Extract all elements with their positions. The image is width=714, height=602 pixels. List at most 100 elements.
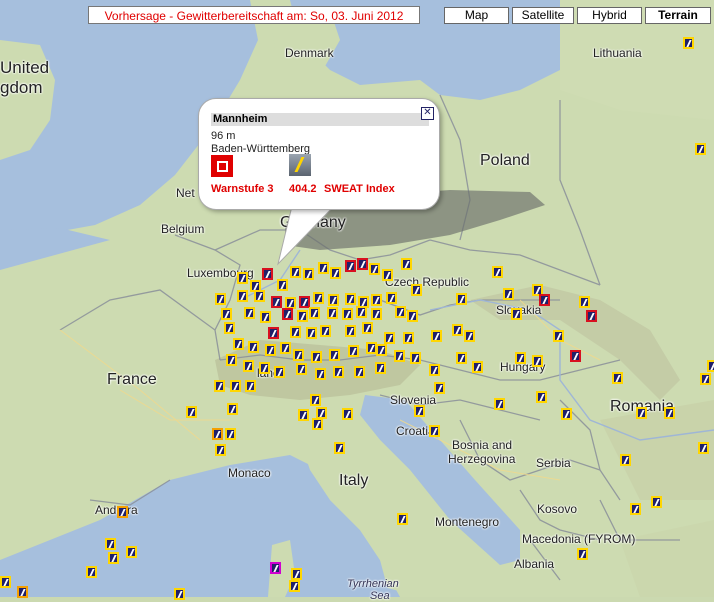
storm-marker-icon[interactable] bbox=[429, 364, 440, 376]
storm-marker-icon[interactable] bbox=[515, 352, 526, 364]
storm-marker-icon[interactable] bbox=[376, 344, 387, 356]
storm-marker-icon[interactable] bbox=[282, 308, 293, 320]
storm-marker-icon[interactable] bbox=[280, 342, 291, 354]
storm-marker-icon[interactable] bbox=[289, 580, 300, 592]
storm-marker-icon[interactable] bbox=[126, 546, 137, 558]
storm-marker-icon[interactable] bbox=[237, 272, 248, 284]
storm-marker-icon[interactable] bbox=[348, 345, 359, 357]
storm-marker-icon[interactable] bbox=[320, 325, 331, 337]
storm-marker-icon[interactable] bbox=[636, 407, 647, 419]
storm-marker-icon[interactable] bbox=[215, 293, 226, 305]
storm-marker-icon[interactable] bbox=[371, 308, 382, 320]
storm-marker-icon[interactable] bbox=[298, 409, 309, 421]
storm-marker-icon[interactable] bbox=[570, 350, 581, 362]
storm-marker-icon[interactable] bbox=[620, 454, 631, 466]
storm-marker-icon[interactable] bbox=[310, 394, 321, 406]
storm-marker-icon[interactable] bbox=[311, 351, 322, 363]
storm-marker-icon[interactable] bbox=[277, 279, 288, 291]
storm-marker-icon[interactable] bbox=[315, 368, 326, 380]
map-type-hybrid-button[interactable]: Hybrid bbox=[577, 7, 642, 24]
storm-marker-icon[interactable] bbox=[328, 294, 339, 306]
storm-marker-icon[interactable] bbox=[105, 538, 116, 550]
storm-marker-icon[interactable] bbox=[174, 588, 185, 600]
storm-marker-icon[interactable] bbox=[511, 308, 522, 320]
storm-marker-icon[interactable] bbox=[243, 360, 254, 372]
storm-marker-icon[interactable] bbox=[260, 311, 271, 323]
storm-marker-icon[interactable] bbox=[345, 293, 356, 305]
storm-marker-icon[interactable] bbox=[357, 258, 368, 270]
storm-marker-icon[interactable] bbox=[248, 341, 259, 353]
storm-marker-icon[interactable] bbox=[362, 322, 373, 334]
storm-marker-icon[interactable] bbox=[503, 288, 514, 300]
storm-marker-icon[interactable] bbox=[334, 442, 345, 454]
storm-marker-icon[interactable] bbox=[401, 258, 412, 270]
storm-marker-icon[interactable] bbox=[259, 362, 270, 374]
storm-marker-icon[interactable] bbox=[312, 418, 323, 430]
storm-marker-icon[interactable] bbox=[403, 332, 414, 344]
storm-marker-icon[interactable] bbox=[382, 269, 393, 281]
storm-marker-icon[interactable] bbox=[296, 363, 307, 375]
storm-marker-icon[interactable] bbox=[532, 355, 543, 367]
storm-marker-icon[interactable] bbox=[651, 496, 662, 508]
storm-marker-icon[interactable] bbox=[536, 391, 547, 403]
storm-marker-icon[interactable] bbox=[293, 349, 304, 361]
storm-marker-icon[interactable] bbox=[306, 327, 317, 339]
storm-marker-icon[interactable] bbox=[327, 307, 338, 319]
storm-marker-icon[interactable] bbox=[333, 366, 344, 378]
storm-marker-icon[interactable] bbox=[464, 330, 475, 342]
storm-marker-icon[interactable] bbox=[431, 330, 442, 342]
storm-marker-icon[interactable] bbox=[456, 352, 467, 364]
storm-marker-icon[interactable] bbox=[612, 372, 623, 384]
storm-marker-icon[interactable] bbox=[700, 373, 711, 385]
map-type-terrain-button[interactable]: Terrain bbox=[645, 7, 711, 24]
storm-marker-icon[interactable] bbox=[429, 425, 440, 437]
storm-marker-icon[interactable] bbox=[237, 290, 248, 302]
storm-marker-icon[interactable] bbox=[268, 327, 279, 339]
storm-marker-icon[interactable] bbox=[342, 408, 353, 420]
storm-marker-icon[interactable] bbox=[683, 37, 694, 49]
storm-marker-icon[interactable] bbox=[330, 267, 341, 279]
storm-marker-icon[interactable] bbox=[245, 380, 256, 392]
storm-marker-icon[interactable] bbox=[265, 344, 276, 356]
storm-marker-icon[interactable] bbox=[577, 548, 588, 560]
storm-marker-icon[interactable] bbox=[561, 408, 572, 420]
storm-marker-icon[interactable] bbox=[411, 284, 422, 296]
storm-marker-icon[interactable] bbox=[630, 503, 641, 515]
storm-marker-icon[interactable] bbox=[356, 306, 367, 318]
storm-marker-icon[interactable] bbox=[369, 263, 380, 275]
storm-marker-icon[interactable] bbox=[212, 428, 223, 440]
storm-marker-icon[interactable] bbox=[456, 293, 467, 305]
storm-marker-icon[interactable] bbox=[0, 576, 11, 588]
storm-marker-icon[interactable] bbox=[386, 292, 397, 304]
storm-marker-icon[interactable] bbox=[414, 405, 425, 417]
storm-marker-icon[interactable] bbox=[472, 361, 483, 373]
storm-marker-icon[interactable] bbox=[225, 428, 236, 440]
storm-marker-icon[interactable] bbox=[108, 552, 119, 564]
storm-marker-icon[interactable] bbox=[117, 506, 128, 518]
storm-marker-icon[interactable] bbox=[579, 296, 590, 308]
storm-marker-icon[interactable] bbox=[313, 292, 324, 304]
storm-marker-icon[interactable] bbox=[407, 310, 418, 322]
storm-marker-icon[interactable] bbox=[230, 380, 241, 392]
storm-marker-icon[interactable] bbox=[664, 407, 675, 419]
storm-marker-icon[interactable] bbox=[345, 260, 356, 272]
storm-marker-icon[interactable] bbox=[17, 586, 28, 598]
storm-marker-icon[interactable] bbox=[342, 308, 353, 320]
storm-marker-icon[interactable] bbox=[452, 324, 463, 336]
storm-marker-icon[interactable] bbox=[224, 322, 235, 334]
map-type-map-button[interactable]: Map bbox=[444, 7, 509, 24]
storm-marker-icon[interactable] bbox=[290, 326, 301, 338]
storm-marker-icon[interactable] bbox=[698, 442, 709, 454]
storm-marker-icon[interactable] bbox=[227, 403, 238, 415]
storm-marker-icon[interactable] bbox=[707, 360, 714, 372]
storm-marker-icon[interactable] bbox=[539, 294, 550, 306]
storm-marker-icon[interactable] bbox=[410, 352, 421, 364]
storm-marker-icon[interactable] bbox=[375, 362, 386, 374]
storm-marker-icon[interactable] bbox=[274, 366, 285, 378]
close-icon[interactable]: ✕ bbox=[421, 107, 434, 120]
storm-marker-icon[interactable] bbox=[394, 350, 405, 362]
storm-marker-icon[interactable] bbox=[371, 294, 382, 306]
storm-marker-icon[interactable] bbox=[86, 566, 97, 578]
storm-marker-icon[interactable] bbox=[309, 307, 320, 319]
storm-marker-icon[interactable] bbox=[244, 307, 255, 319]
